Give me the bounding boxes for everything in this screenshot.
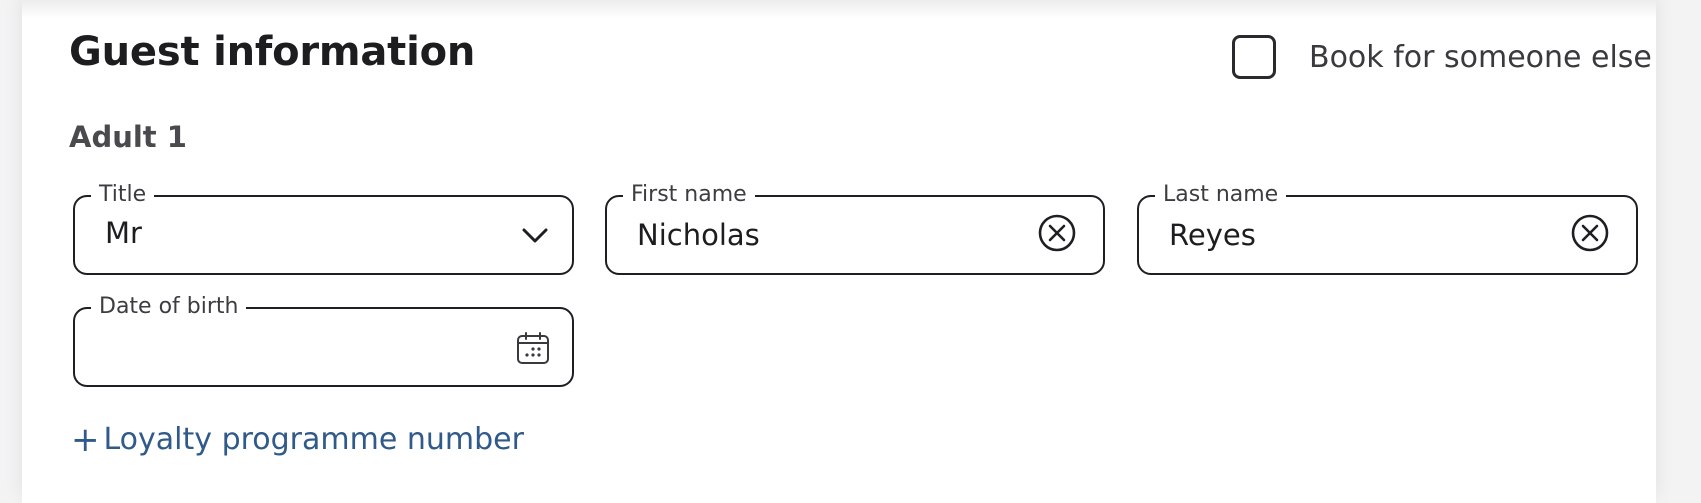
last-name-input[interactable]	[1169, 217, 1549, 253]
add-loyalty-programme-link[interactable]: + Loyalty programme number	[71, 420, 524, 460]
section-heading: Guest information	[69, 29, 476, 75]
first-name-value	[637, 217, 1017, 253]
date-of-birth-field[interactable]: Date of birth	[73, 293, 574, 387]
chevron-down-icon[interactable]	[520, 223, 550, 247]
card-top-shadow	[22, 0, 1656, 18]
book-for-someone-else-toggle[interactable]: Book for someone else	[1232, 33, 1652, 81]
title-label: Title	[91, 181, 155, 209]
date-of-birth-input[interactable]	[105, 329, 485, 365]
last-name-label: Last name	[1155, 181, 1287, 209]
clear-last-name-icon[interactable]	[1570, 213, 1610, 253]
date-of-birth-label: Date of birth	[91, 293, 247, 321]
last-name-field[interactable]: Last name	[1137, 181, 1638, 275]
last-name-value	[1169, 217, 1549, 253]
clear-first-name-icon[interactable]	[1037, 213, 1077, 253]
title-value: Mr	[105, 216, 142, 250]
plus-icon: +	[71, 420, 100, 460]
first-name-input[interactable]	[637, 217, 1017, 253]
first-name-field[interactable]: First name	[605, 181, 1105, 275]
book-for-someone-else-label: Book for someone else	[1309, 39, 1652, 75]
calendar-icon[interactable]	[516, 331, 550, 365]
date-of-birth-value	[105, 329, 485, 365]
adult-heading: Adult 1	[69, 120, 187, 154]
title-select[interactable]: Title Mr	[73, 181, 574, 275]
loyalty-link-label: Loyalty programme number	[103, 422, 524, 457]
first-name-label: First name	[623, 181, 755, 209]
book-for-someone-else-checkbox[interactable]	[1232, 35, 1276, 79]
